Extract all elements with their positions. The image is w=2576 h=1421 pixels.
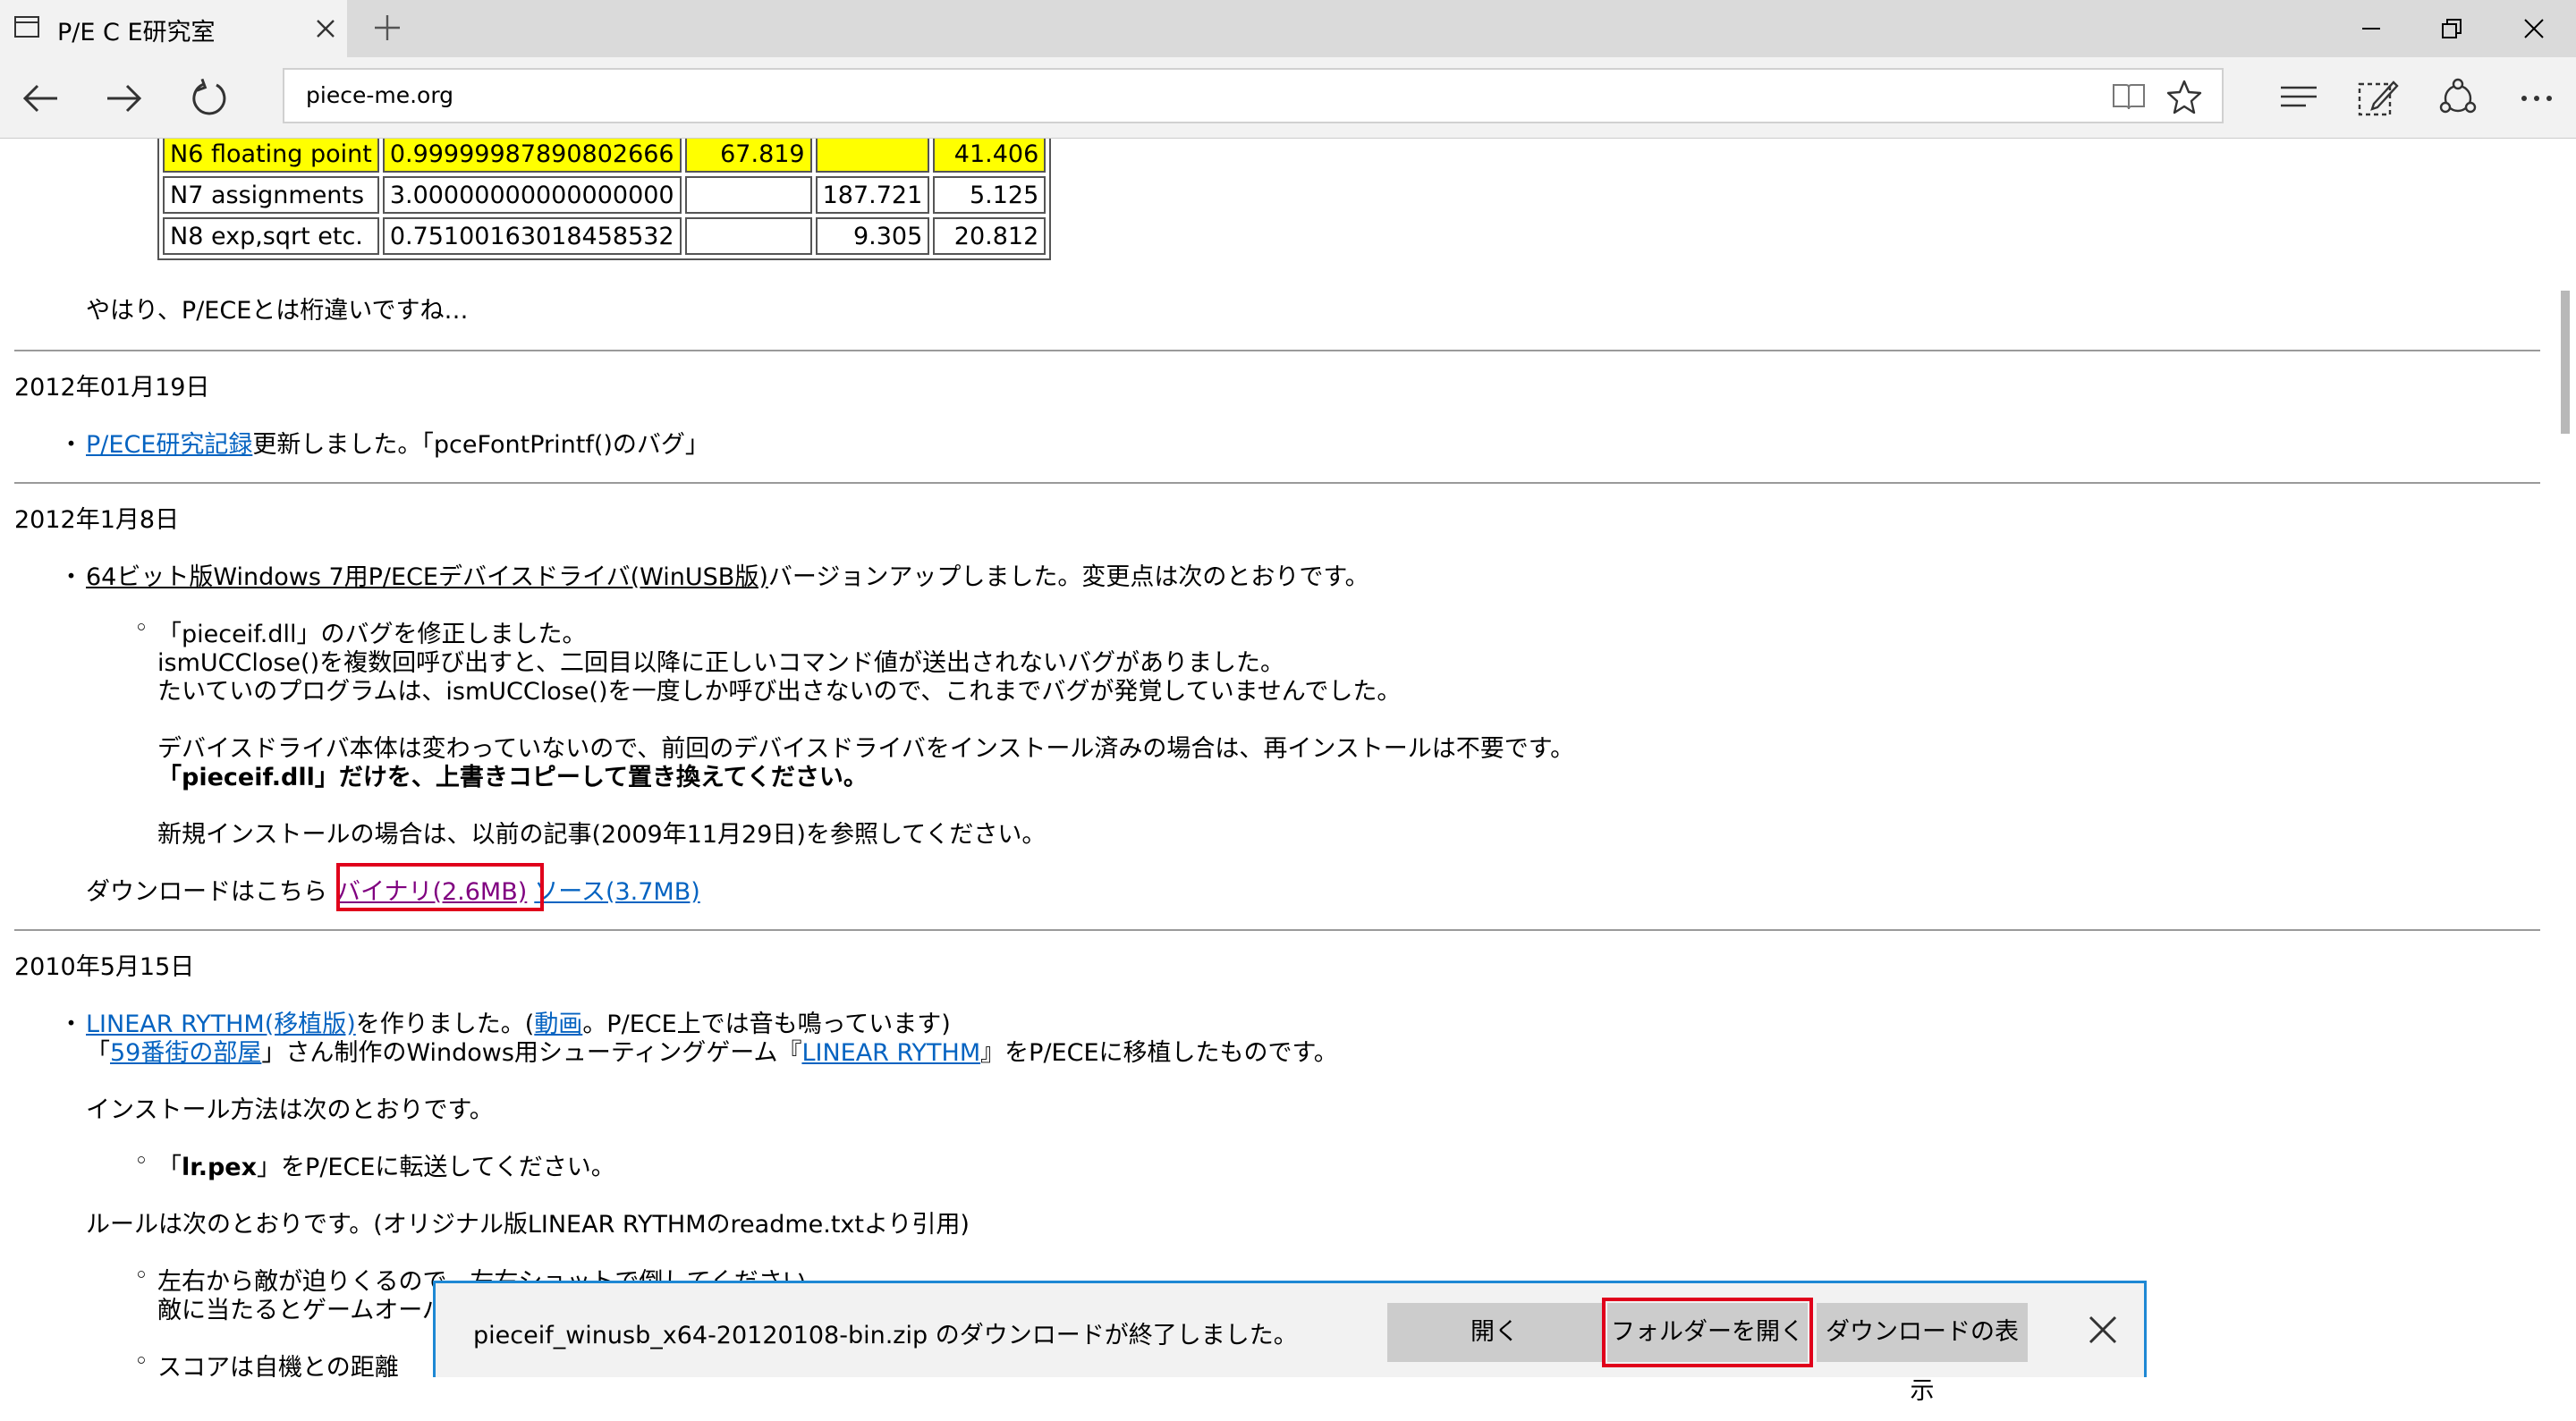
list-item-text: バージョンアップしました。変更点は次のとおりです。 xyxy=(767,563,1369,591)
divider xyxy=(14,482,2540,484)
forward-button[interactable] xyxy=(100,75,147,122)
table-cell: N8 exp,sqrt etc. xyxy=(163,217,379,255)
hub-icon[interactable] xyxy=(2275,75,2322,122)
entry-date: 2010年5月15日 xyxy=(14,953,195,981)
table-cell: 0.75100163018458532 xyxy=(382,217,682,255)
sub-bullet: ◦ xyxy=(134,1147,148,1175)
download-message: pieceif_winusb_x64-20120108-bin.zip のダウン… xyxy=(473,1322,1298,1349)
new-tab-icon[interactable] xyxy=(372,13,402,47)
table-cell xyxy=(684,217,812,255)
table-cell: 187.721 xyxy=(815,176,930,214)
table-cell: N6 floating point xyxy=(163,139,379,173)
list-item-line: 「59番街の部屋」さん制作のWindows用シューティングゲーム『LINEAR … xyxy=(86,1033,1338,1068)
room59-link[interactable]: 59番街の部屋 xyxy=(110,1039,261,1067)
scrollbar[interactable] xyxy=(2555,139,2576,1377)
text: 」をP/ECEに転送してください。 xyxy=(257,1154,615,1181)
entry-date: 2012年1月8日 xyxy=(14,506,180,534)
scrollbar-thumb[interactable] xyxy=(2561,291,2570,434)
close-window-button[interactable] xyxy=(2494,0,2574,57)
driver-title-link[interactable]: 64ビット版Windows 7用P/ECEデバイスドライバ(WinUSB版) xyxy=(86,563,768,591)
rule-line: 敵に当たるとゲームオーバー xyxy=(157,1297,470,1324)
text: 「 xyxy=(86,1039,110,1067)
download-notification-bar: pieceif_winusb_x64-20120108-bin.zip のダウン… xyxy=(433,1281,2147,1405)
tab-bar: P/E C E研究室 xyxy=(0,0,2576,57)
bullet: ・ xyxy=(59,1011,83,1038)
list-item-text: 更新しました。「pceFontPrintf()のバグ」 xyxy=(252,431,709,459)
reading-view-icon[interactable] xyxy=(2111,80,2147,116)
url-text[interactable]: piece-me.org xyxy=(306,82,453,108)
change-note-line: 新規インストールの場合は、以前の記事(2009年11月29日)を参照してください… xyxy=(157,821,1046,849)
highlight-box xyxy=(336,863,544,911)
close-tab-icon[interactable] xyxy=(315,18,336,43)
table-cell: 20.812 xyxy=(933,217,1046,255)
browser-tab[interactable]: P/E C E研究室 xyxy=(0,0,347,57)
download-prefix: ダウンロードはこちら xyxy=(86,878,327,906)
table-cell: 5.125 xyxy=(933,176,1046,214)
table-cell: 9.305 xyxy=(815,217,930,255)
tab-title: P/E C E研究室 xyxy=(57,19,216,47)
text: 」さん制作のWindows用シューティングゲーム『 xyxy=(261,1039,802,1067)
address-bar[interactable]: piece-me.org xyxy=(283,68,2224,123)
table-cell xyxy=(684,176,812,214)
linear-rythm-original-link[interactable]: LINEAR RYTHM xyxy=(801,1039,980,1067)
table-cell: N7 assignments xyxy=(163,176,379,214)
highlight-box xyxy=(1602,1298,1813,1367)
text: 「 xyxy=(157,1154,182,1181)
text: 』をP/ECEに移植したものです。 xyxy=(980,1039,1338,1067)
back-button[interactable] xyxy=(18,75,64,122)
install-step: 「lr.pex」をP/ECEに転送してください。 xyxy=(157,1147,615,1182)
navigation-bar: piece-me.org xyxy=(0,57,2576,139)
install-heading: インストール方法は次のとおりです。 xyxy=(86,1096,494,1124)
file-name: lr.pex xyxy=(182,1154,258,1181)
divider xyxy=(14,929,2540,931)
open-button[interactable]: 開く xyxy=(1387,1303,1602,1362)
rules-heading: ルールは次のとおりです。(オリジナル版LINEAR RYTHMのreadme.t… xyxy=(86,1211,970,1239)
table-cell: 3.00000000000000000 xyxy=(382,176,682,214)
table-cell: 0.99999987890802666 xyxy=(382,139,682,173)
sub-bullet: ◦ xyxy=(134,614,148,642)
benchmark-table: N6 floating point 0.99999987890802666 67… xyxy=(157,139,1052,260)
table-row: N8 exp,sqrt etc. 0.75100163018458532 9.3… xyxy=(163,217,1046,255)
close-download-bar-icon[interactable] xyxy=(2087,1314,2119,1349)
paragraph: やはり、P/ECEとは桁違いですね… xyxy=(86,297,469,325)
page-content: N6 floating point 0.99999987890802666 67… xyxy=(0,139,2555,1377)
sub-bullet: ◦ xyxy=(134,1348,148,1375)
page-icon xyxy=(14,16,39,41)
entry-date: 2012年01月19日 xyxy=(14,374,210,402)
favorite-star-icon[interactable] xyxy=(2166,79,2202,118)
view-downloads-button[interactable]: ダウンロードの表示 xyxy=(1817,1303,2028,1405)
change-note-line: たいていのプログラムは、ismUCClose()を一度しか呼び出さないので、これ… xyxy=(157,678,1402,706)
minimize-button[interactable] xyxy=(2331,0,2411,57)
rule-line: スコアは自機との距離 xyxy=(157,1354,399,1377)
sub-bullet: ◦ xyxy=(134,1262,148,1290)
bullet: ・ xyxy=(59,563,83,591)
bullet: ・ xyxy=(59,431,83,459)
table-row: N7 assignments 3.00000000000000000 187.7… xyxy=(163,176,1046,214)
table-cell: 41.406 xyxy=(933,139,1046,173)
web-note-icon[interactable] xyxy=(2354,75,2401,122)
share-icon[interactable] xyxy=(2435,75,2481,122)
list-item: 64ビット版Windows 7用P/ECEデバイスドライバ(WinUSB版)バー… xyxy=(86,557,1369,592)
restore-button[interactable] xyxy=(2411,0,2492,57)
list-item: P/ECE研究記録更新しました。「pceFontPrintf()のバグ」 xyxy=(86,425,709,460)
change-note-line: 「pieceif.dll」だけを、上書きコピーして置き換えてください。 xyxy=(157,764,868,791)
source-download-link[interactable]: ソース(3.7MB) xyxy=(534,878,699,906)
refresh-button[interactable] xyxy=(186,75,233,122)
table-row: N6 floating point 0.99999987890802666 67… xyxy=(163,139,1046,173)
divider xyxy=(14,350,2540,351)
research-log-link[interactable]: P/ECE研究記録 xyxy=(86,431,252,459)
table-cell xyxy=(815,139,930,173)
more-icon[interactable] xyxy=(2515,75,2562,122)
table-cell: 67.819 xyxy=(684,139,812,173)
